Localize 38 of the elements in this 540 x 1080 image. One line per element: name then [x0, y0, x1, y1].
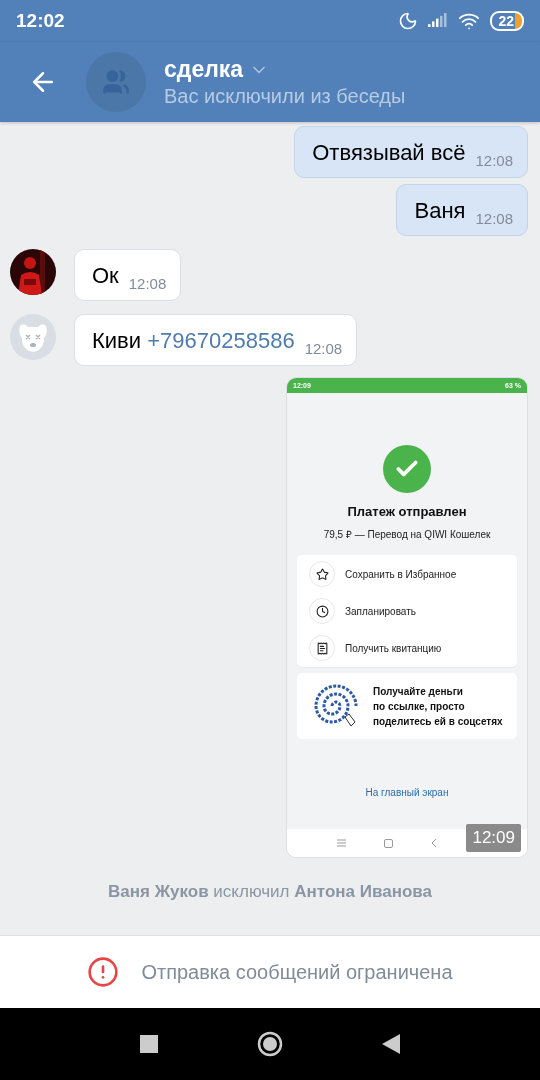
action-label: Сохранить в Избранное — [345, 568, 457, 580]
message-time: 12:08 — [475, 152, 513, 169]
back-icon — [431, 838, 437, 848]
action-label: Запланировать — [345, 605, 416, 617]
phone-link[interactable]: +79670258586 — [147, 328, 295, 353]
message-text: Отвязывай всё — [312, 141, 466, 167]
recent-apps-icon[interactable] — [139, 1035, 158, 1053]
restriction-text: Отправка сообщений ограничена — [141, 960, 453, 984]
signal-icon — [428, 13, 449, 29]
back-icon[interactable] — [382, 1034, 401, 1054]
status-time: 12:02 — [16, 10, 65, 32]
chat-subtitle: Вас исключили из беседы — [164, 85, 406, 108]
dog-icon — [10, 314, 56, 360]
warning-icon — [87, 956, 120, 988]
message-time: 12:09 — [466, 824, 521, 852]
menu-icon — [337, 839, 346, 847]
success-icon — [383, 445, 431, 493]
promo-text: поделитесь ей в соцсетях — [373, 714, 503, 729]
battery-level: 22 — [490, 11, 524, 31]
star-icon — [315, 567, 329, 581]
message-text: Ок — [92, 264, 119, 290]
square-icon — [384, 838, 393, 848]
chat-title: сделка — [164, 56, 244, 83]
message-time: 12:08 — [128, 275, 167, 292]
message-time: 12:08 — [475, 210, 513, 227]
message-text: Ваня — [414, 199, 466, 225]
message-text: Киви +79670258586 — [92, 329, 295, 355]
payment-title: Платеж отправлен — [347, 504, 467, 519]
message-time: 12:08 — [304, 340, 343, 357]
clock-icon — [315, 604, 329, 618]
payment-subtitle: 79,5 ₽ — Перевод на QIWI Кошелек — [323, 528, 491, 541]
home-icon[interactable] — [257, 1031, 283, 1057]
action-label: Получить квитанцию — [345, 642, 442, 654]
moon-icon — [398, 11, 419, 31]
service-message: Ваня Жуков исключил Антона Иванова — [107, 882, 433, 902]
promo-text: Получайте деньги — [373, 684, 464, 699]
receipt-icon — [315, 641, 329, 655]
promo-text: по ссылке, просто — [373, 699, 466, 714]
